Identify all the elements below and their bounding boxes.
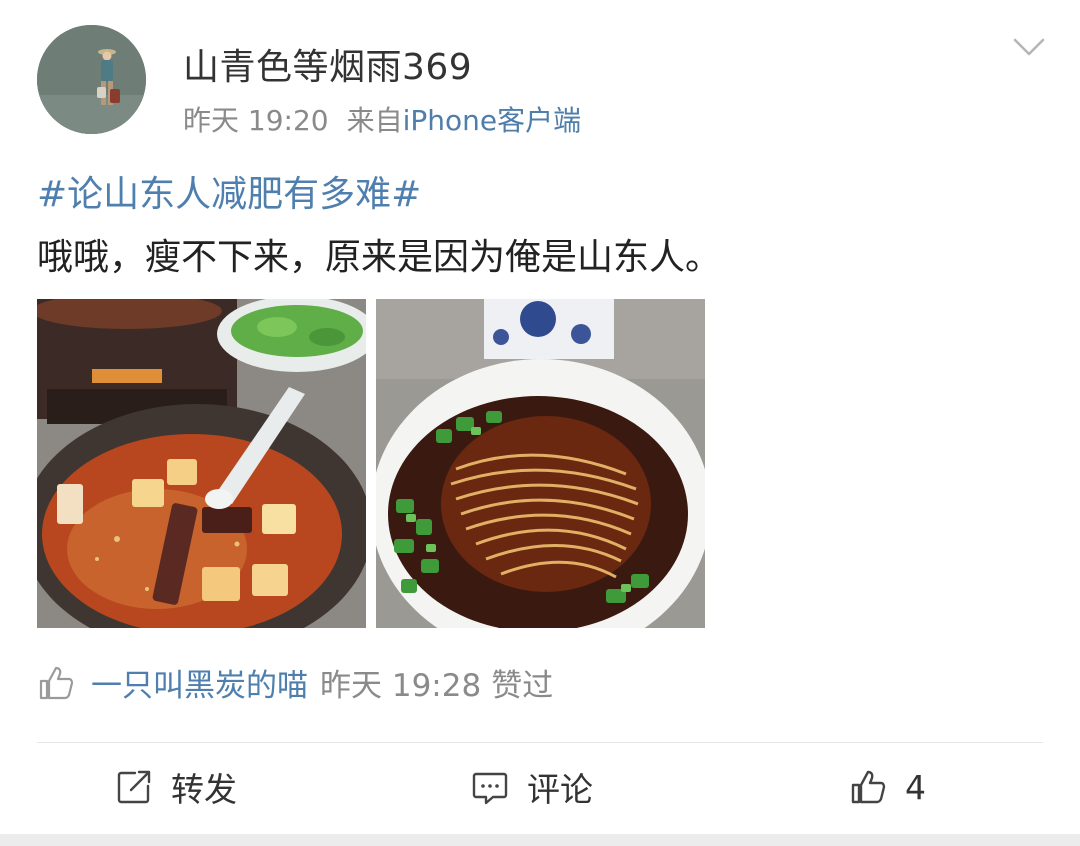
like-time: 昨天 19:28 [320, 668, 482, 704]
comment-icon [472, 772, 508, 805]
source-prefix: 来自 [346, 104, 403, 137]
avatar[interactable] [37, 25, 146, 134]
like-action-text: 赞过 [491, 668, 554, 704]
divider [37, 742, 1043, 743]
liker-name-link[interactable]: 一只叫黑炭的喵 [91, 660, 308, 705]
chevron-down-icon[interactable] [1010, 34, 1048, 60]
weibo-post-card: 山青色等烟雨369 昨天 19:20 来自iPhone客户端 #论山东人减肥有多难… [0, 0, 1080, 834]
comment-label: 评论 [527, 770, 593, 809]
liked-by-line: 一只叫黑炭的喵 昨天 19:28 赞过 [37, 660, 553, 705]
noodle-soup-photo[interactable] [376, 299, 705, 628]
like-count: 4 [905, 767, 926, 807]
like-button[interactable]: 4 [849, 764, 926, 810]
hashtag-link[interactable]: #论山东人减肥有多难# [37, 165, 421, 217]
post-meta: 昨天 19:20 来自iPhone客户端 [183, 99, 581, 139]
thumbs-up-icon [39, 666, 74, 699]
post-time: 昨天 19:20 [183, 104, 329, 137]
comment-button[interactable]: 评论 [471, 764, 593, 810]
tofu-claypot-photo[interactable] [37, 299, 366, 628]
share-icon [117, 770, 151, 804]
post-text: 哦哦，瘦不下来，原来是因为俺是山东人。 [37, 237, 722, 278]
avatar-image [37, 25, 146, 134]
thumbs-up-icon [851, 770, 886, 804]
source-link[interactable]: iPhone客户端 [403, 104, 582, 137]
username[interactable]: 山青色等烟雨369 [183, 38, 472, 90]
forward-button[interactable]: 转发 [115, 764, 237, 810]
forward-label: 转发 [171, 770, 237, 809]
